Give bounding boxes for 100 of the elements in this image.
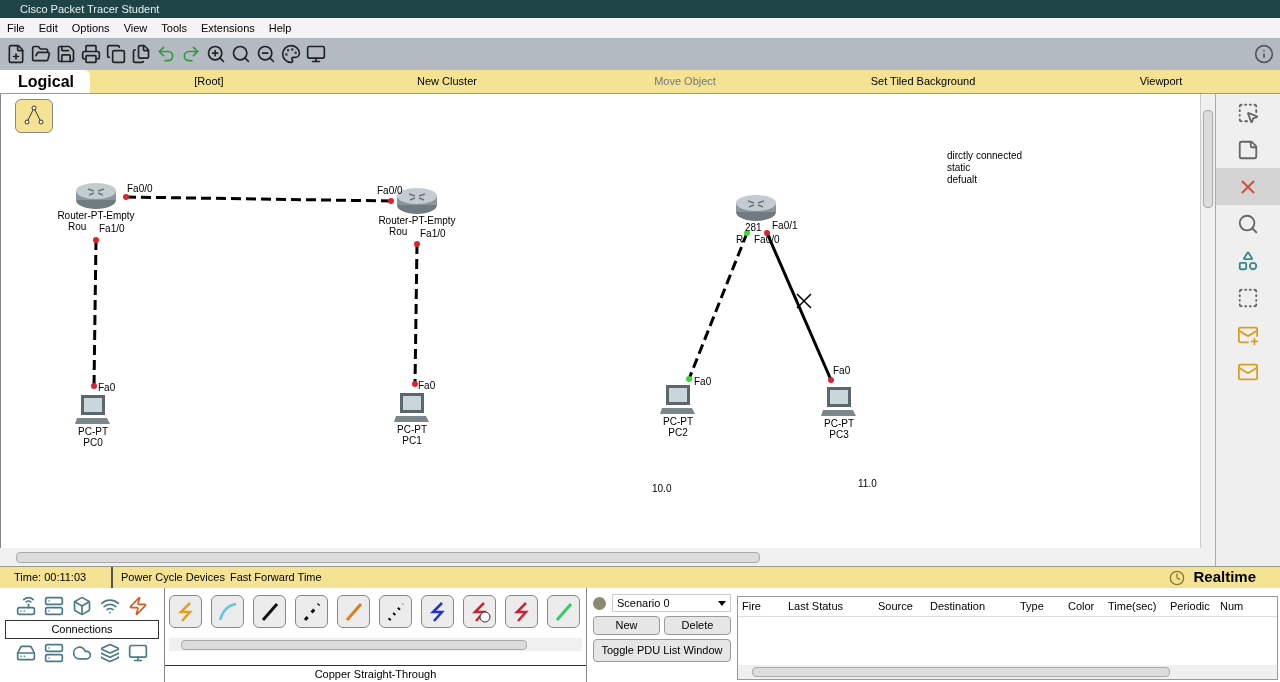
vertical-scrollbar[interactable] [1200,94,1215,548]
column-header[interactable]: Time(sec) [1108,598,1170,615]
toggle-pdu-button[interactable]: Toggle PDU List Window [593,639,731,662]
port-label: Fa0 [694,377,712,387]
wireless-icon[interactable] [100,596,120,616]
scenario-icon [593,596,606,610]
device-model: PC-PT [663,416,693,427]
port-label: Fa0 [833,366,851,376]
search-icon[interactable] [231,44,251,64]
menu-item[interactable]: Extensions [200,19,255,37]
search-icon [1237,212,1259,235]
cable-type-button[interactable] [253,595,286,628]
column-header[interactable]: Destination [930,598,1020,615]
files-icon[interactable] [131,44,151,64]
menu-item[interactable]: Edit [38,19,58,37]
zoom-out-icon[interactable] [256,44,276,64]
workspace-bar-item[interactable]: Viewport [1042,73,1280,90]
port-label: Fa0/0 [377,186,403,196]
note-line: static [947,162,972,174]
select-icon [1237,101,1259,124]
computer-icon[interactable] [821,386,857,418]
canvas-label[interactable]: 10.0 [652,481,672,496]
window-title: Cisco Packet Tracer Student [20,1,160,17]
column-header[interactable]: Color [1068,598,1108,615]
device-model: PC-PT [397,424,427,435]
lightning-icon[interactable] [128,596,148,616]
menu-item[interactable]: Options [71,19,110,37]
horizontal-scrollbar[interactable] [738,665,1277,679]
cable-type-button[interactable] [421,595,454,628]
scrollbar-thumb[interactable] [1203,110,1213,208]
zoom-in-icon[interactable] [206,44,226,64]
device-model: 281 [745,222,762,233]
column-header[interactable]: Fire [742,598,788,615]
open-folder-icon[interactable] [31,44,51,64]
column-header[interactable]: Type [1020,598,1068,615]
layers-icon[interactable] [100,642,120,663]
column-header[interactable]: Last Status [788,598,878,615]
computer-icon[interactable] [394,392,430,424]
save-icon[interactable] [56,44,76,64]
mode-label[interactable]: Realtime [1193,566,1280,589]
printer-icon[interactable] [81,44,101,64]
monitor-icon[interactable] [128,642,148,663]
info-icon[interactable] [1254,44,1274,64]
status-bar-button[interactable]: Power Cycle Devices [121,569,225,586]
port-label: Fa0/0 [127,184,153,194]
status-bar-button[interactable]: Fast Forward Time [229,569,322,586]
menu-item[interactable]: Tools [161,19,187,37]
device-name: Rou [68,221,87,232]
menu-item[interactable]: View [123,19,148,37]
port-label: Fa0 [418,381,436,391]
note-line: dirctly connected [947,150,1023,162]
router-icon[interactable] [734,194,778,222]
resize-icon [1237,286,1259,309]
router-icon[interactable] [74,182,118,210]
horizontal-scrollbar[interactable] [169,638,582,651]
category-label: Connections [5,620,159,639]
device-name: PC2 [668,427,688,438]
workspace-bar-item[interactable]: New Cluster [328,73,566,90]
menu-item[interactable]: File [7,19,25,37]
device-name: PC0 [83,437,103,448]
scrollbar-thumb[interactable] [752,667,1170,677]
note[interactable]: dirctly connected static defualt [947,150,1023,186]
computer-icon[interactable] [660,384,696,416]
device-model: Router-PT-Empty [57,210,135,221]
switch-icon[interactable] [44,596,64,616]
scenario-select[interactable]: Scenario 0 [612,594,731,612]
device-name: Rou [389,226,408,237]
scrollbar-thumb[interactable] [16,551,760,563]
note-icon [1237,138,1259,161]
computer-icon[interactable] [75,394,111,426]
hub-icon[interactable] [72,596,92,616]
logical-view-icon[interactable] [15,99,53,133]
cable-type-caption: Copper Straight-Through [165,664,586,682]
device-name: PC1 [402,435,422,446]
clock-icon[interactable] [1169,569,1186,586]
device-model: PC-PT [824,418,854,429]
device-model: Router-PT-Empty [378,215,456,226]
column-header[interactable]: Source [878,598,930,615]
tool-button[interactable] [1216,168,1280,205]
port-label: Fa1/0 [420,229,446,239]
router-icon[interactable] [16,596,36,616]
note-line: defualt [947,174,979,186]
palette-icon[interactable] [281,44,301,64]
monitor-icon[interactable] [306,44,326,64]
port-label: Fa1/0 [99,224,125,234]
copy-icon[interactable] [106,44,126,64]
new-file-icon[interactable] [6,44,26,64]
canvas-label[interactable]: 11.0 [858,476,877,491]
column-header[interactable]: Num [1220,598,1250,615]
workspace-bar-item[interactable]: Set Tiled Background [804,73,1042,90]
menu-item[interactable]: Help [268,19,292,37]
scenario-button[interactable]: Delete [664,616,731,635]
workspace-tab[interactable]: Logical [0,70,90,93]
device-name: PC3 [829,429,849,440]
workspace-bar-item[interactable]: Move Object [566,73,804,90]
column-header[interactable]: Periodic [1170,598,1220,615]
workspace-bar-item[interactable]: [Root] [90,73,328,90]
server-icon[interactable] [44,642,64,663]
scenario-button[interactable]: New [593,616,660,635]
scrollbar-thumb[interactable] [181,639,527,650]
